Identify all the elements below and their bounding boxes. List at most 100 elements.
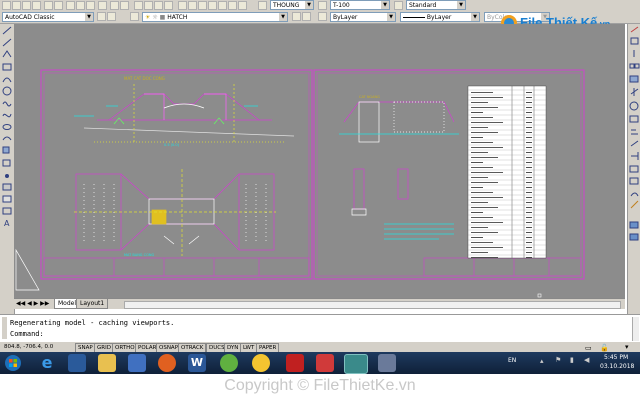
color-combo[interactable]: ByLayer ▼ bbox=[330, 12, 396, 22]
table-style-icon[interactable] bbox=[394, 1, 403, 10]
redo-icon[interactable] bbox=[120, 1, 129, 10]
draw-toolbar-icons: A bbox=[2, 26, 12, 228]
taskbar: e W EN ▴ ⚑ ▮ ◀ 5:45 PM 03.10.2018 bbox=[0, 352, 640, 374]
paste-icon[interactable] bbox=[86, 1, 95, 10]
chevron-down-icon: ▼ bbox=[305, 1, 313, 9]
command-window[interactable]: Regenerating model - caching viewports. … bbox=[0, 314, 640, 344]
folder-icon[interactable] bbox=[98, 354, 116, 372]
layer-manager-icon[interactable] bbox=[130, 12, 139, 21]
match-properties-icon[interactable] bbox=[98, 1, 107, 10]
workspace-settings-icon[interactable] bbox=[97, 12, 106, 21]
tab-nav-arrows[interactable]: ◀◀ ◀ ▶ ▶▶ bbox=[16, 299, 49, 308]
media-icon[interactable] bbox=[286, 354, 304, 372]
tray-arrow-icon[interactable]: ▴ bbox=[540, 357, 544, 365]
layer-value: HATCH bbox=[167, 14, 188, 21]
text-style-icon[interactable] bbox=[258, 1, 267, 10]
drawing-viewports: MAT CAT DOC CONG 0.5 (0.0) MAT BANG CONG… bbox=[15, 69, 585, 298]
dim-style-icon[interactable] bbox=[318, 1, 327, 10]
workspace-combo[interactable]: AutoCAD Classic ▼ bbox=[2, 12, 94, 22]
chrome-icon[interactable] bbox=[252, 354, 270, 372]
color-swatch-icon[interactable] bbox=[318, 12, 327, 21]
dim-style-value: T-100 bbox=[333, 2, 350, 9]
sun-icon: ☼ bbox=[152, 14, 158, 21]
markup-icon[interactable] bbox=[218, 1, 227, 10]
pan-icon[interactable] bbox=[134, 1, 143, 10]
drawing-canvas[interactable]: MAT CAT DOC CONG 0.5 (0.0) MAT BANG CONG… bbox=[14, 24, 625, 298]
autocad-red-icon[interactable] bbox=[316, 354, 334, 372]
left-title-block bbox=[43, 257, 310, 277]
flag-icon[interactable]: ⚑ bbox=[555, 356, 561, 364]
linetype-combo[interactable]: ByLayer ▼ bbox=[400, 12, 480, 22]
svg-text:CAT NGANG: CAT NGANG bbox=[359, 95, 380, 99]
cut-icon[interactable] bbox=[66, 1, 75, 10]
tool-palettes-icon[interactable] bbox=[198, 1, 207, 10]
windows-start-icon[interactable] bbox=[4, 354, 22, 372]
volume-icon[interactable]: ◀ bbox=[584, 356, 589, 364]
generic-app-icon[interactable] bbox=[378, 354, 396, 372]
clock-time[interactable]: 5:45 PM bbox=[604, 354, 628, 361]
command-history: Regenerating model - caching viewports. bbox=[10, 319, 175, 327]
preview-icon[interactable] bbox=[44, 1, 53, 10]
table-style-value: Standard bbox=[409, 2, 437, 9]
open-icon[interactable] bbox=[12, 1, 21, 10]
modify-toolbar bbox=[627, 24, 640, 314]
firefox-icon[interactable] bbox=[158, 354, 176, 372]
publish-icon[interactable] bbox=[54, 1, 63, 10]
word-icon[interactable]: W bbox=[188, 354, 206, 372]
svg-text:MAT BANG CONG: MAT BANG CONG bbox=[124, 253, 154, 257]
text-style-value: THOUNG bbox=[273, 2, 300, 9]
help-icon[interactable] bbox=[238, 1, 247, 10]
network-icon[interactable] bbox=[128, 354, 146, 372]
copyright-text: Copyright © FileThietKe.vn bbox=[224, 377, 416, 394]
svg-text:0.5 (0.0): 0.5 (0.0) bbox=[164, 143, 180, 147]
status-menu-icon[interactable]: ▾ bbox=[625, 342, 629, 352]
signal-icon[interactable]: ▮ bbox=[570, 356, 574, 364]
horizontal-scrollbar[interactable] bbox=[124, 301, 621, 309]
design-center-icon[interactable] bbox=[188, 1, 197, 10]
left-sheet-border bbox=[40, 69, 313, 280]
chevron-down-icon: ▼ bbox=[85, 13, 93, 21]
linetype-value: ByLayer bbox=[426, 14, 452, 21]
modify-toolbar-icons bbox=[629, 26, 640, 241]
table-style-combo[interactable]: Standard ▼ bbox=[406, 0, 466, 10]
zoom-previous-icon[interactable] bbox=[164, 1, 173, 10]
file-explorer-icon[interactable] bbox=[68, 354, 86, 372]
svg-text:MAT CAT DOC CONG: MAT CAT DOC CONG bbox=[124, 76, 165, 81]
app-green-icon[interactable] bbox=[220, 354, 238, 372]
sheet-set-icon[interactable] bbox=[208, 1, 217, 10]
command-grip[interactable] bbox=[2, 317, 7, 339]
layer-previous-icon[interactable] bbox=[302, 12, 311, 21]
make-layer-current-icon[interactable] bbox=[292, 12, 301, 21]
coordinate-readout: 804.8, -706.4, 0.0 bbox=[4, 344, 54, 350]
lock-icon: ■ bbox=[159, 14, 166, 21]
plot-icon[interactable] bbox=[32, 1, 41, 10]
new-icon[interactable] bbox=[2, 1, 11, 10]
calculator-icon[interactable] bbox=[228, 1, 237, 10]
layer-combo[interactable]: ☀ ☼ ■ HATCH ▼ bbox=[142, 12, 288, 22]
text-style-combo[interactable]: THOUNG ▼ bbox=[270, 0, 314, 10]
save-icon[interactable] bbox=[22, 1, 31, 10]
linetype-preview bbox=[403, 17, 425, 18]
layout-tabbar: ◀◀ ◀ ▶ ▶▶ Model Layout1 bbox=[14, 298, 625, 309]
dim-style-combo[interactable]: T-100 ▼ bbox=[330, 0, 390, 10]
draw-toolbar: A bbox=[0, 24, 15, 314]
properties-icon[interactable] bbox=[178, 1, 187, 10]
copy-icon[interactable] bbox=[76, 1, 85, 10]
customize-icon[interactable] bbox=[107, 12, 116, 21]
chevron-down-icon: ▼ bbox=[381, 1, 389, 9]
zoom-window-icon[interactable] bbox=[154, 1, 163, 10]
zoom-icon[interactable] bbox=[144, 1, 153, 10]
ucs-icon bbox=[15, 248, 40, 291]
section-drawing: MAT CAT DOC CONG 0.5 (0.0) bbox=[74, 76, 295, 147]
clock-date[interactable]: 03.10.2018 bbox=[600, 363, 634, 370]
command-scrollbar[interactable] bbox=[632, 317, 639, 341]
undo-icon[interactable] bbox=[110, 1, 119, 10]
language-indicator[interactable]: EN bbox=[508, 357, 516, 364]
tab-layout1[interactable]: Layout1 bbox=[76, 299, 109, 309]
plan-drawing: MAT BANG CONG bbox=[74, 169, 276, 257]
right-title-block bbox=[423, 257, 582, 277]
svg-text:A: A bbox=[4, 219, 10, 228]
autocad-active-icon[interactable] bbox=[344, 354, 368, 374]
ie-icon[interactable]: e bbox=[38, 354, 56, 372]
copyright-footer: Copyright © FileThietKe.vn bbox=[0, 374, 640, 400]
